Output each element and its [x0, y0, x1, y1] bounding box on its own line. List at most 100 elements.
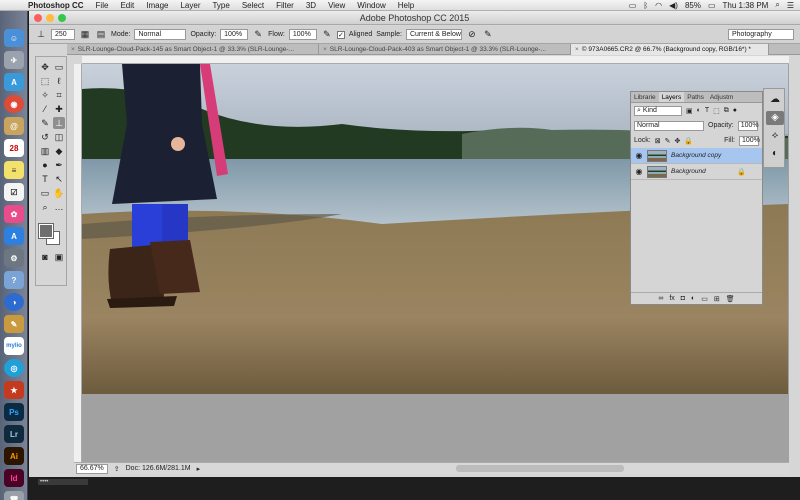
clone-stamp-tool-button[interactable]: ⊥	[53, 117, 65, 129]
dodge-tool-icon[interactable]: ●	[39, 159, 51, 171]
clone-source-icon[interactable]: ▤	[95, 29, 107, 41]
opacity-input[interactable]: 100%	[220, 29, 249, 40]
new-adjustment-icon[interactable]: ◐	[691, 295, 695, 302]
app-store-icon[interactable]: A	[4, 73, 24, 91]
menu-view[interactable]: View	[322, 1, 351, 10]
wifi-icon[interactable]: ◠	[655, 1, 662, 10]
doc-size-info[interactable]: Doc: 126.6M/281.1M	[126, 465, 191, 472]
filter-toggle-icon[interactable]: ●	[733, 107, 737, 114]
system-preferences-icon[interactable]: ⚙	[4, 249, 24, 267]
marquee-tool-icon[interactable]: ⬚	[39, 75, 51, 87]
filter-adjustment-icon[interactable]: ◐	[697, 107, 701, 114]
blend-mode-select[interactable]: Normal	[634, 120, 704, 131]
menu-layer[interactable]: Layer	[174, 1, 206, 10]
finder-icon[interactable]: ☺	[4, 29, 24, 47]
mini-window[interactable]: ••••	[38, 479, 88, 485]
type-tool-icon[interactable]: T	[39, 173, 51, 185]
notification-center-icon[interactable]: ☰	[787, 1, 794, 10]
help-icon[interactable]: ?	[4, 271, 24, 289]
pressure-opacity-icon[interactable]: ✎	[252, 29, 264, 41]
menu-3d[interactable]: 3D	[300, 1, 322, 10]
lightroom-dock-icon[interactable]: Lr	[4, 425, 24, 443]
eyedropper-tool-icon[interactable]: ⁄	[39, 103, 51, 115]
clone-stamp-tool-icon[interactable]: ⊥	[35, 29, 47, 41]
healing-brush-tool-icon[interactable]: ✚	[53, 103, 65, 115]
ignore-adjustment-icon[interactable]: ⊘	[466, 29, 478, 41]
layer-fill-input[interactable]: 100%	[739, 135, 760, 146]
artboard-tool-icon[interactable]: ▭	[53, 61, 65, 73]
visibility-eye-icon[interactable]: ◉	[631, 151, 647, 160]
zoom-level-input[interactable]: 66.67%	[76, 463, 108, 474]
move-tool-icon[interactable]: ✥	[39, 61, 51, 73]
lock-position-icon[interactable]: ✥	[674, 137, 680, 145]
utility-icon[interactable]: ✎	[4, 315, 24, 333]
new-group-icon[interactable]: ▭	[701, 295, 708, 303]
sample-select[interactable]: Current & Below	[405, 29, 462, 40]
menu-app-name[interactable]: Photoshop CC	[22, 1, 90, 10]
safari-icon[interactable]: A	[4, 227, 24, 245]
sync-icon[interactable]: ◎	[4, 359, 24, 377]
tab-layers[interactable]: Layers	[658, 92, 685, 102]
paths-panel-icon[interactable]: ⟡	[766, 129, 784, 143]
globe-icon[interactable]: ◑	[4, 293, 24, 311]
horizontal-scrollbar[interactable]	[456, 465, 624, 472]
menu-select[interactable]: Select	[236, 1, 270, 10]
zoom-tool-icon[interactable]: ⌕	[39, 201, 51, 213]
visibility-eye-icon[interactable]: ◉	[631, 167, 647, 176]
add-mask-icon[interactable]: ◘	[681, 295, 685, 302]
menu-filter[interactable]: Filter	[270, 1, 300, 10]
workspace-switcher[interactable]: Photography	[728, 29, 794, 40]
layers-panel-icon[interactable]: ◈	[766, 111, 784, 125]
ftp-icon[interactable]: ★	[4, 381, 24, 399]
close-tab-icon[interactable]: ×	[71, 46, 75, 53]
more-tools-icon[interactable]: …	[53, 201, 65, 213]
libraries-panel-icon[interactable]: ☁	[766, 93, 784, 107]
layer-row[interactable]: ◉ Background copy	[631, 148, 762, 164]
filter-type-icon[interactable]: T	[705, 107, 709, 114]
menu-file[interactable]: File	[90, 1, 115, 10]
reminders-icon[interactable]: ☑	[4, 183, 24, 201]
layer-name[interactable]: Background	[671, 168, 706, 175]
screen-share-icon[interactable]: ▭	[629, 1, 637, 10]
eraser-tool-icon[interactable]: ◫	[53, 131, 65, 143]
tab-libraries[interactable]: Librarie	[631, 92, 659, 102]
new-layer-icon[interactable]: ⊞	[714, 295, 720, 303]
battery-percent[interactable]: 85%	[685, 1, 701, 10]
filter-pixel-icon[interactable]: ▣	[686, 107, 693, 115]
horizontal-ruler[interactable]	[82, 56, 789, 64]
adjustments-panel-icon[interactable]: ◐	[766, 147, 784, 161]
launchpad-icon[interactable]: ✈	[4, 51, 24, 69]
delete-layer-icon[interactable]: 🗑	[726, 295, 735, 303]
close-tab-icon[interactable]: ×	[323, 46, 327, 53]
photoshop-dock-icon[interactable]: Ps	[4, 403, 24, 421]
indesign-dock-icon[interactable]: Id	[4, 469, 24, 487]
chrome-icon[interactable]: ◉	[4, 95, 24, 113]
screen-mode-icon[interactable]: ▣	[53, 251, 65, 263]
brush-tool-icon[interactable]: ✎	[39, 117, 51, 129]
lock-transparent-icon[interactable]: ⊠	[655, 137, 661, 145]
history-brush-tool-icon[interactable]: ↺	[39, 131, 51, 143]
layer-style-icon[interactable]: fx	[669, 295, 674, 302]
pressure-size-icon[interactable]: ✎	[482, 29, 494, 41]
close-tab-icon[interactable]: ×	[575, 46, 579, 53]
mode-select[interactable]: Normal	[134, 29, 187, 40]
layer-name[interactable]: Background copy	[671, 152, 721, 159]
calendar-icon[interactable]: 28	[4, 139, 24, 157]
share-icon[interactable]: ⇪	[114, 465, 120, 473]
contacts-icon[interactable]: @	[4, 117, 24, 135]
layer-opacity-input[interactable]: 100%	[737, 120, 759, 131]
menu-help[interactable]: Help	[392, 1, 420, 10]
notes-icon[interactable]: ≡	[4, 161, 24, 179]
brush-settings-icon[interactable]: ▦	[79, 29, 91, 41]
trash-icon[interactable]: 🗑	[4, 491, 24, 500]
path-select-tool-icon[interactable]: ↖	[53, 173, 65, 185]
menu-window[interactable]: Window	[351, 1, 391, 10]
battery-icon[interactable]: ▭	[708, 1, 716, 10]
filter-smart-object-icon[interactable]: ⧉	[724, 107, 729, 115]
search-icon[interactable]: ⌕	[775, 0, 779, 10]
vertical-ruler[interactable]	[74, 64, 82, 462]
lock-all-icon[interactable]: 🔒	[684, 137, 693, 145]
foreground-color-swatch[interactable]	[38, 223, 54, 239]
link-layers-icon[interactable]: ∞	[658, 295, 663, 302]
layer-filter-select[interactable]: ⌕ Kind	[634, 105, 682, 116]
